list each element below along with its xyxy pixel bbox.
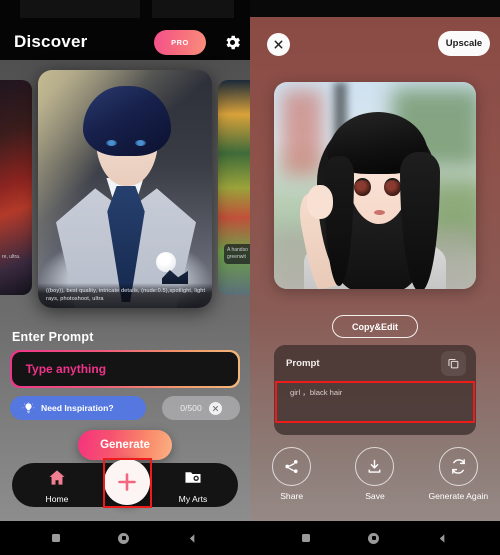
character-counter-pill: 0/500	[162, 396, 240, 420]
back-chevron-icon[interactable]	[437, 532, 448, 545]
circle-icon-inner	[371, 536, 376, 540]
result-girl-eye-left	[354, 178, 371, 196]
circle-icon-inner	[121, 536, 126, 540]
close-circle-icon[interactable]	[208, 401, 222, 415]
generated-image-boy-eye-left	[106, 140, 117, 146]
page-title: Discover	[14, 32, 88, 51]
upscale-button-label: Upscale	[445, 38, 483, 49]
copy-and-edit-label: Copy&Edit	[352, 321, 398, 332]
carousel-card-previous[interactable]	[0, 80, 32, 295]
result-girl-eye-right	[384, 178, 401, 196]
prompt-input-container[interactable]: Type anything	[10, 350, 240, 388]
close-icon[interactable]	[267, 33, 290, 56]
prompt-card-title: Prompt	[286, 358, 320, 369]
discover-screen: Discover PRO ((boy)), best quality, intr…	[0, 0, 250, 555]
generate-again-button[interactable]: Generate Again	[426, 447, 490, 501]
generate-again-button-label: Generate Again	[428, 491, 489, 501]
status-bar	[250, 0, 500, 17]
result-girl-hand	[307, 185, 333, 219]
generated-result-image[interactable]	[274, 82, 476, 289]
sidebar-item-home-label: Home	[45, 494, 69, 504]
share-button[interactable]: Share	[260, 447, 324, 501]
carousel-card-active[interactable]: ((boy)), best quality, intricate details…	[38, 70, 212, 308]
prompt-input-field[interactable]: Type anything	[11, 351, 239, 387]
sidebar-item-my-arts[interactable]: My Arts	[158, 468, 228, 504]
result-bg-building	[282, 90, 322, 175]
character-counter-text: 0/500	[180, 403, 202, 413]
share-icon	[272, 447, 312, 486]
plus-icon[interactable]	[104, 459, 150, 505]
photo-folder-icon	[183, 468, 203, 492]
copy-icon[interactable]	[441, 351, 466, 376]
discover-carousel[interactable]: ((boy)), best quality, intricate details…	[0, 62, 250, 312]
lightbulb-icon	[22, 401, 35, 415]
generated-image-boy-eye-right	[135, 140, 146, 146]
prompt-input-placeholder: Type anything	[25, 362, 107, 376]
square-icon[interactable]	[52, 534, 60, 542]
gear-icon[interactable]	[223, 33, 242, 57]
status-notch-right	[152, 0, 234, 18]
status-notch-left	[20, 0, 140, 18]
pro-badge-label: PRO	[171, 38, 189, 47]
prompt-value-container[interactable]: girl ，black hair	[282, 381, 468, 427]
copy-and-edit-button[interactable]: Copy&Edit	[332, 315, 418, 338]
refresh-icon	[438, 447, 478, 486]
result-screen: Upscale Copy&Edit Prompt girl ，black hai…	[250, 0, 500, 555]
circle-icon[interactable]	[368, 532, 379, 544]
generated-image-boy-hair	[83, 86, 171, 156]
share-button-label: Share	[280, 491, 304, 501]
home-icon	[47, 468, 67, 492]
pro-badge[interactable]: PRO	[154, 30, 206, 55]
enter-prompt-label: Enter Prompt	[12, 330, 94, 344]
prompt-card: Prompt girl ，black hair	[274, 345, 476, 435]
result-action-row: Share Save Generate Again	[250, 447, 500, 501]
save-button[interactable]: Save	[343, 447, 407, 501]
upscale-button[interactable]: Upscale	[438, 31, 490, 56]
result-girl-mouth	[374, 210, 385, 215]
sidebar-item-home[interactable]: Home	[22, 468, 92, 504]
back-chevron-icon[interactable]	[187, 532, 198, 545]
sidebar-item-my-arts-label: My Arts	[178, 494, 208, 504]
carousel-previous-caption: re, ultra.	[2, 254, 21, 260]
carousel-card-caption: ((boy)), best quality, intricate details…	[38, 283, 212, 308]
app-screenshot: Discover PRO ((boy)), best quality, intr…	[0, 0, 500, 555]
square-icon[interactable]	[302, 534, 310, 542]
need-inspiration-button[interactable]: Need Inspiration?	[10, 396, 146, 420]
save-button-label: Save	[365, 491, 385, 501]
need-inspiration-label: Need Inspiration?	[41, 403, 114, 413]
android-system-nav-right	[250, 521, 500, 555]
generate-button-label: Generate	[100, 439, 150, 451]
prompt-value-text: girl ，black hair	[290, 388, 343, 397]
circle-icon[interactable]	[118, 532, 129, 544]
generate-button[interactable]: Generate	[78, 430, 172, 460]
android-system-nav-left	[0, 521, 250, 555]
download-icon	[355, 447, 395, 486]
carousel-next-caption: A handso greenwit	[224, 244, 250, 264]
generated-image-boy-rose	[156, 252, 176, 272]
